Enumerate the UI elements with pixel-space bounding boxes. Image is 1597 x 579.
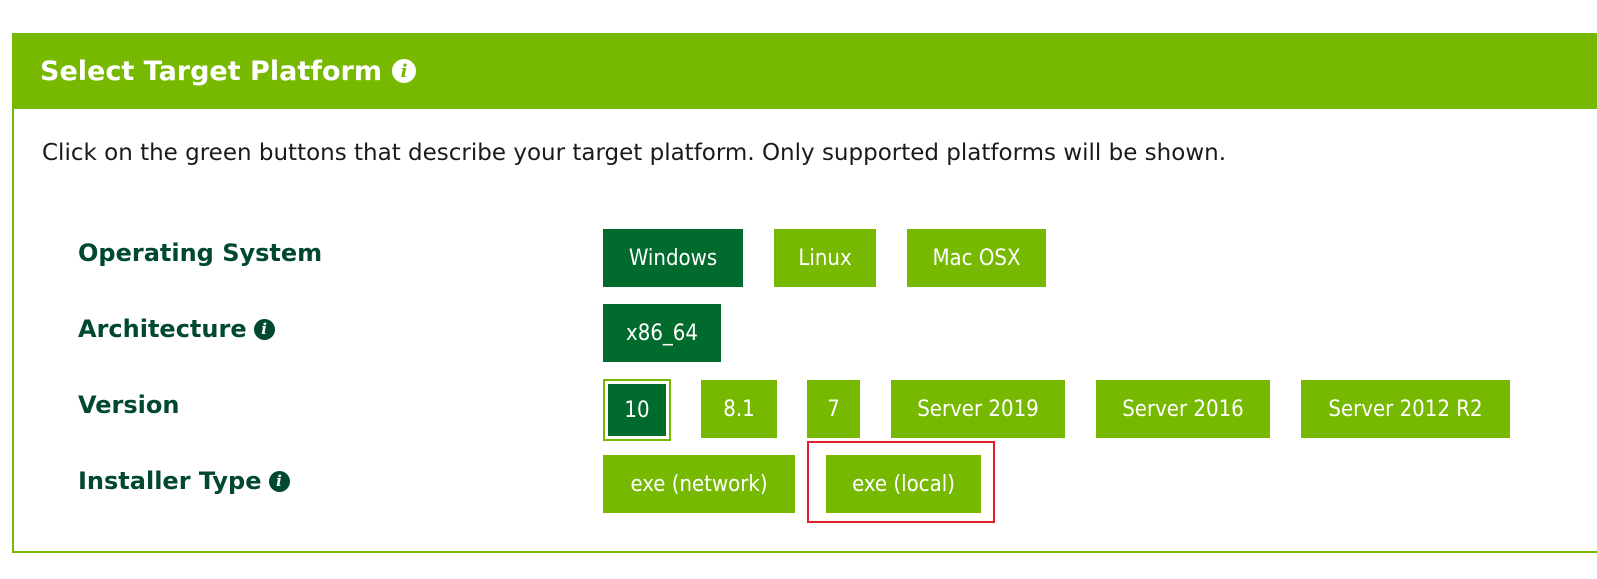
version-label-text: Version [78, 391, 180, 419]
os-option-windows[interactable]: Windows [603, 229, 743, 287]
installer-option-exe-local[interactable]: exe (local) [826, 455, 981, 513]
version-option-server-2012-r2[interactable]: Server 2012 R2 [1301, 380, 1510, 438]
panel-title: Select Target Platform [40, 55, 382, 87]
info-icon[interactable]: i [253, 318, 275, 340]
target-platform-panel: Select Target Platform i Click on the gr… [12, 33, 1597, 553]
version-option-7[interactable]: 7 [807, 380, 860, 438]
arch-label: Architecture i [78, 315, 275, 343]
arch-label-text: Architecture [78, 315, 247, 343]
os-label-text: Operating System [78, 239, 323, 267]
version-label: Version [78, 391, 179, 419]
version-option-server-2016[interactable]: Server 2016 [1096, 380, 1270, 438]
instructions-text: Click on the green buttons that describe… [42, 140, 1227, 166]
os-label: Operating System [78, 239, 322, 267]
os-option-linux[interactable]: Linux [774, 229, 876, 287]
arch-option-x86-64[interactable]: x86_64 [603, 304, 721, 362]
info-icon[interactable]: i [391, 59, 416, 83]
installer-label: Installer Type i [78, 467, 290, 495]
installer-label-text: Installer Type [78, 467, 262, 495]
info-icon[interactable]: i [268, 470, 290, 492]
os-option-macosx[interactable]: Mac OSX [907, 229, 1046, 287]
installer-option-exe-network[interactable]: exe (network) [603, 455, 795, 513]
version-option-8-1[interactable]: 8.1 [701, 380, 777, 438]
panel-header: Select Target Platform i [12, 33, 1597, 109]
version-option-server-2019[interactable]: Server 2019 [891, 380, 1065, 438]
version-option-10[interactable]: 10 [603, 379, 671, 441]
